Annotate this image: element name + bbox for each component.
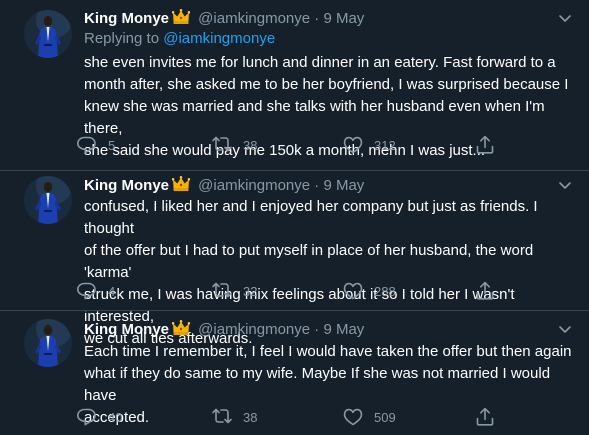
author-handle[interactable]: @iamkingmonye (198, 10, 310, 27)
retweet-icon (211, 406, 233, 428)
chevron-down-icon[interactable] (555, 319, 575, 339)
author-handle[interactable]: @iamkingmonye (198, 177, 310, 194)
retweet-count: 32 (243, 283, 258, 299)
reply-button[interactable]: 4 (76, 281, 115, 301)
share-icon (474, 280, 496, 302)
tweet-header: King Monye @iamkingmonye · 9 May (84, 8, 364, 29)
reply-count: 5 (108, 137, 116, 153)
share-icon (474, 134, 496, 156)
crown-emoji-icon (171, 175, 191, 196)
like-icon (342, 134, 364, 156)
author-name[interactable]: King Monye (84, 321, 169, 338)
like-button[interactable]: 288 (342, 281, 396, 301)
share-button[interactable] (474, 281, 496, 301)
reply-button[interactable]: 5 (76, 135, 115, 155)
reply-count: 4 (108, 283, 116, 299)
avatar[interactable] (24, 176, 72, 224)
reply-count: 40 (108, 409, 123, 425)
share-button[interactable] (474, 135, 496, 155)
like-icon (342, 406, 364, 428)
avatar[interactable] (24, 319, 72, 367)
retweet-count: 38 (243, 409, 258, 425)
like-count: 288 (374, 283, 396, 299)
tweet-actions: 4 32 288 (76, 281, 506, 301)
tweet-actions: 5 38 312 (76, 135, 506, 155)
replying-to: Replying to @iamkingmonye (84, 30, 275, 47)
avatar[interactable] (24, 10, 72, 58)
like-button[interactable]: 509 (342, 407, 396, 427)
like-button[interactable]: 312 (342, 135, 396, 155)
tweet-date[interactable]: 9 May (323, 321, 364, 338)
retweet-icon (211, 280, 233, 302)
author-name[interactable]: King Monye (84, 10, 169, 27)
reply-icon (76, 134, 98, 156)
like-icon (342, 280, 364, 302)
author-name[interactable]: King Monye (84, 177, 169, 194)
tweet[interactable]: King Monye @iamkingmonye · 9 May Replyin… (0, 0, 589, 170)
crown-emoji-icon (171, 319, 191, 340)
tweet-header: King Monye @iamkingmonye · 9 May (84, 175, 364, 196)
chevron-down-icon[interactable] (555, 8, 575, 28)
tweet-date[interactable]: 9 May (323, 177, 364, 194)
retweet-button[interactable]: 38 (211, 407, 257, 427)
like-count: 312 (374, 137, 396, 153)
share-button[interactable] (474, 407, 496, 427)
retweet-button[interactable]: 38 (211, 135, 257, 155)
reply-icon (76, 406, 98, 428)
reply-icon (76, 280, 98, 302)
separator-dot: · (314, 321, 320, 338)
tweet-actions: 40 38 509 (76, 407, 506, 427)
replying-prefix: Replying to (84, 30, 160, 47)
crown-emoji-icon (171, 8, 191, 29)
share-icon (474, 406, 496, 428)
tweet-header: King Monye @iamkingmonye · 9 May (84, 319, 364, 340)
like-count: 509 (374, 409, 396, 425)
reply-button[interactable]: 40 (76, 407, 122, 427)
tweet[interactable]: King Monye @iamkingmonye · 9 May Each ti… (0, 311, 589, 435)
chevron-down-icon[interactable] (555, 175, 575, 195)
retweet-count: 38 (243, 137, 258, 153)
replying-to-link[interactable]: @iamkingmonye (163, 30, 275, 47)
retweet-icon (211, 134, 233, 156)
author-handle[interactable]: @iamkingmonye (198, 321, 310, 338)
tweet-date[interactable]: 9 May (323, 10, 364, 27)
separator-dot: · (314, 177, 320, 194)
retweet-button[interactable]: 32 (211, 281, 257, 301)
separator-dot: · (314, 10, 320, 27)
tweet[interactable]: King Monye @iamkingmonye · 9 May confuse… (0, 171, 589, 347)
